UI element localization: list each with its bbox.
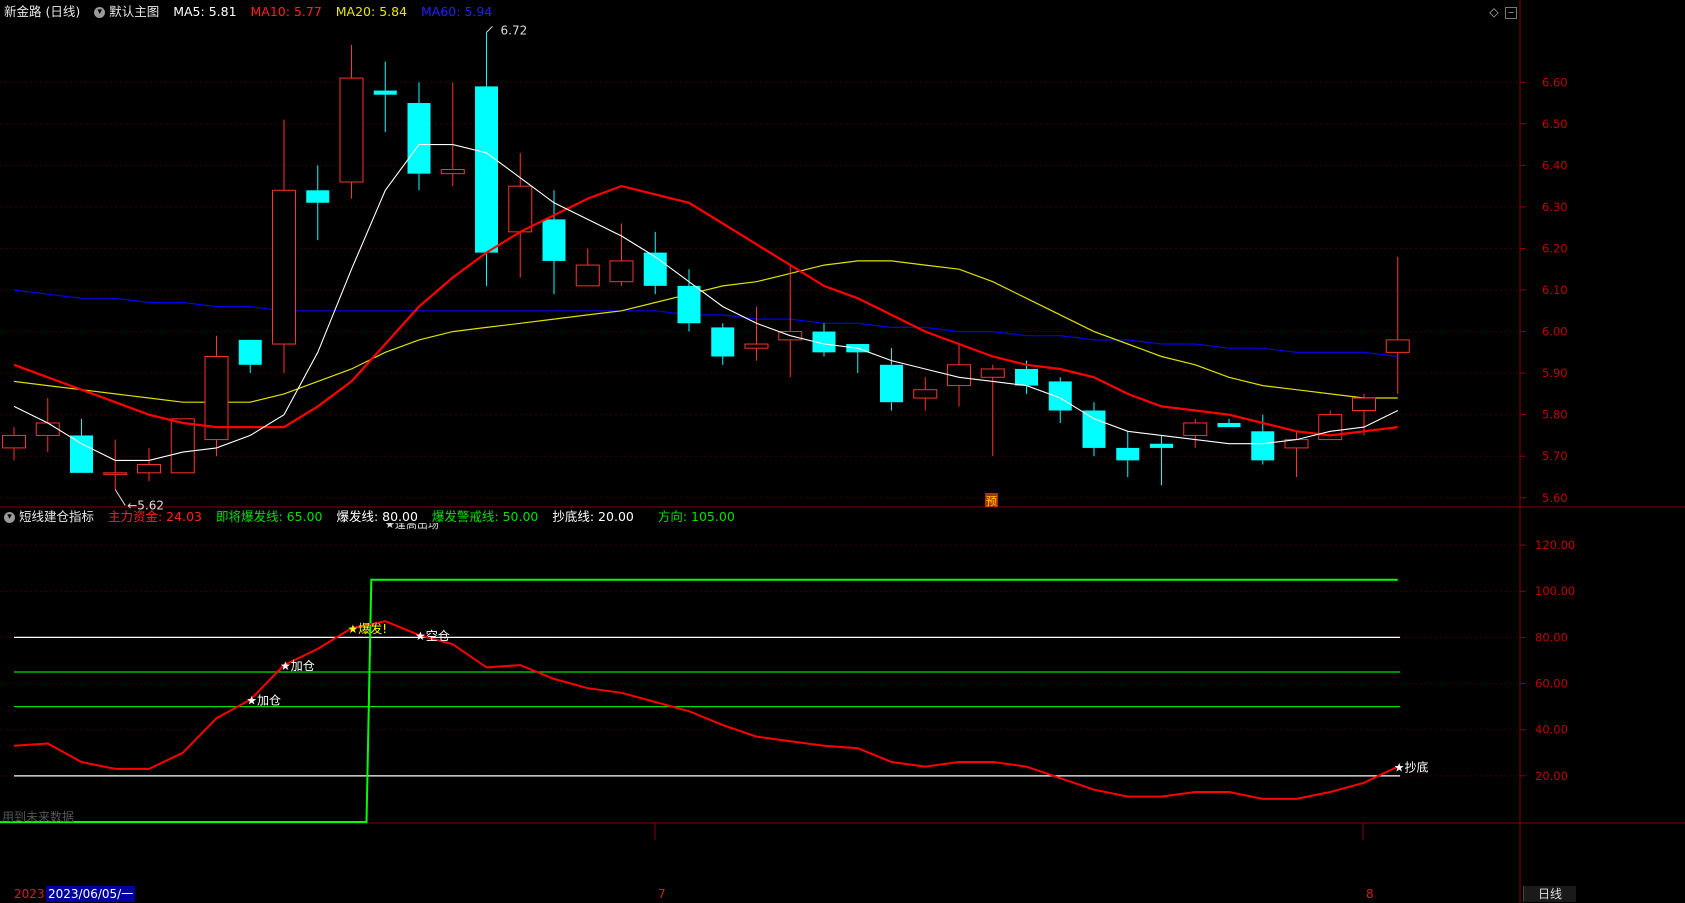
down-candle <box>70 435 93 473</box>
stock-title: 新金路 (日线) <box>4 4 81 19</box>
down-candle <box>238 339 262 365</box>
up-candle <box>137 464 161 474</box>
template-selector[interactable]: ▾ 默认主图 <box>94 4 159 19</box>
high-price-label: 6.72 <box>501 23 528 37</box>
ma60-legend: MA60: 5.94 <box>421 4 493 19</box>
price-tick-label: 5.90 <box>1542 366 1568 380</box>
ma10-legend: MA10: 5.77 <box>250 4 322 19</box>
signal-label: ★空仓 <box>415 629 450 643</box>
down-candle <box>407 103 431 174</box>
main-fund-legend: 主力资金: 24.03 <box>108 509 202 524</box>
future-data-note: 用到未来数据 <box>2 810 75 824</box>
price-tick-label: 6.20 <box>1542 241 1568 255</box>
direction-legend: 方向: 105.00 <box>657 509 735 524</box>
ma5-legend: MA5: 5.81 <box>173 4 237 19</box>
price-tick-label: 6.00 <box>1542 325 1568 339</box>
down-candle <box>1150 443 1173 448</box>
up-candle <box>575 264 600 287</box>
price-tick-label: 6.50 <box>1542 117 1568 131</box>
burst-legend: 爆发线: 80.00 <box>336 509 418 524</box>
up-candle <box>1385 339 1410 353</box>
up-candle <box>1183 422 1208 436</box>
warning-legend: 爆发警戒线: 50.00 <box>431 509 539 524</box>
up-candle <box>913 389 938 399</box>
up-candle <box>339 77 364 183</box>
signal-label: ★抄底 <box>1394 760 1429 775</box>
date-left-label: 2023 <box>14 887 45 901</box>
period-button[interactable]: 日线 <box>1523 886 1576 902</box>
diamond-icon[interactable]: ◇ <box>1487 5 1501 19</box>
up-candle <box>980 368 1005 378</box>
about-to-burst-legend: 即将爆发线: 65.00 <box>215 509 323 524</box>
indicator-tick-label: 60.00 <box>1535 677 1568 691</box>
up-candle <box>272 189 296 345</box>
main-chart-header: 新金路 (日线) ▾ 默认主图 MA5: 5.81 MA10: 5.77 MA20… <box>4 4 502 20</box>
down-candle <box>1116 447 1140 461</box>
price-tick-label: 6.40 <box>1542 158 1568 172</box>
down-candle <box>1048 381 1072 411</box>
high-pointer <box>486 26 493 33</box>
up-candle <box>508 185 533 233</box>
forecast-marker: 预 <box>986 495 997 508</box>
ma20-legend: MA20: 5.84 <box>335 4 408 19</box>
signal-label: ★加仓 <box>246 694 281 708</box>
up-candle <box>2 434 26 449</box>
chevron-down-icon: ▾ <box>94 7 106 18</box>
up-candle <box>744 343 769 349</box>
up-candle <box>103 472 128 475</box>
bottom-legend: 抄底线: 20.00 <box>552 509 634 524</box>
cut-off-signal-label: ★逢高出场 <box>385 523 439 531</box>
price-tick-label: 5.70 <box>1542 449 1568 463</box>
indicator-selector[interactable]: ▾ 短线建仓指标 <box>4 509 94 524</box>
price-tick-label: 6.60 <box>1542 75 1568 89</box>
price-tick-label: 6.10 <box>1542 283 1568 297</box>
price-tick-label: 5.60 <box>1542 491 1568 505</box>
down-candle <box>880 364 903 403</box>
indicator-header: ▾ 短线建仓指标 主力资金: 24.03 即将爆发线: 65.00 爆发线: 80… <box>4 509 745 525</box>
price-tick-label: 6.30 <box>1542 200 1568 214</box>
chevron-down-icon: ▾ <box>4 512 15 523</box>
main-fund-line <box>13 620 1399 800</box>
selected-date-label[interactable]: 2023/06/05/一 <box>46 886 136 902</box>
up-candle <box>35 422 60 436</box>
up-candle <box>1352 397 1376 412</box>
down-candle <box>1082 410 1106 448</box>
direction-line <box>0 578 1398 823</box>
indicator-tick-label: 100.00 <box>1535 584 1575 598</box>
down-candle <box>711 327 735 357</box>
down-candle <box>542 219 566 261</box>
chart-canvas[interactable]: 5.60 5.70 5.80 5.90 6.00 6.10 6.20 6.30 6.40 6.50… <box>0 0 1685 903</box>
month-7-label: 7 <box>658 887 666 901</box>
up-candle <box>609 260 634 283</box>
indicator-tick-label: 40.00 <box>1535 723 1568 737</box>
collapse-icon[interactable]: − <box>1505 7 1517 19</box>
indicator-tick-label: 80.00 <box>1535 630 1568 644</box>
down-candle <box>306 190 330 203</box>
month-8-label: 8 <box>1366 887 1374 901</box>
down-candle <box>475 86 498 253</box>
signal-label: ★爆发! <box>348 621 388 636</box>
signal-label: ★加仓 <box>280 659 315 673</box>
indicator-tick-label: 20.00 <box>1535 769 1568 783</box>
down-candle <box>373 90 397 95</box>
down-candle <box>677 285 701 324</box>
down-candle <box>1217 422 1241 428</box>
up-candle <box>440 169 465 175</box>
up-candle <box>170 418 195 474</box>
down-candle <box>1251 431 1275 461</box>
indicator-tick-label: 120.00 <box>1535 538 1575 552</box>
down-candle <box>643 252 667 286</box>
ma60-line <box>13 289 1398 358</box>
down-candle <box>1015 368 1038 386</box>
price-tick-label: 5.80 <box>1542 408 1568 422</box>
